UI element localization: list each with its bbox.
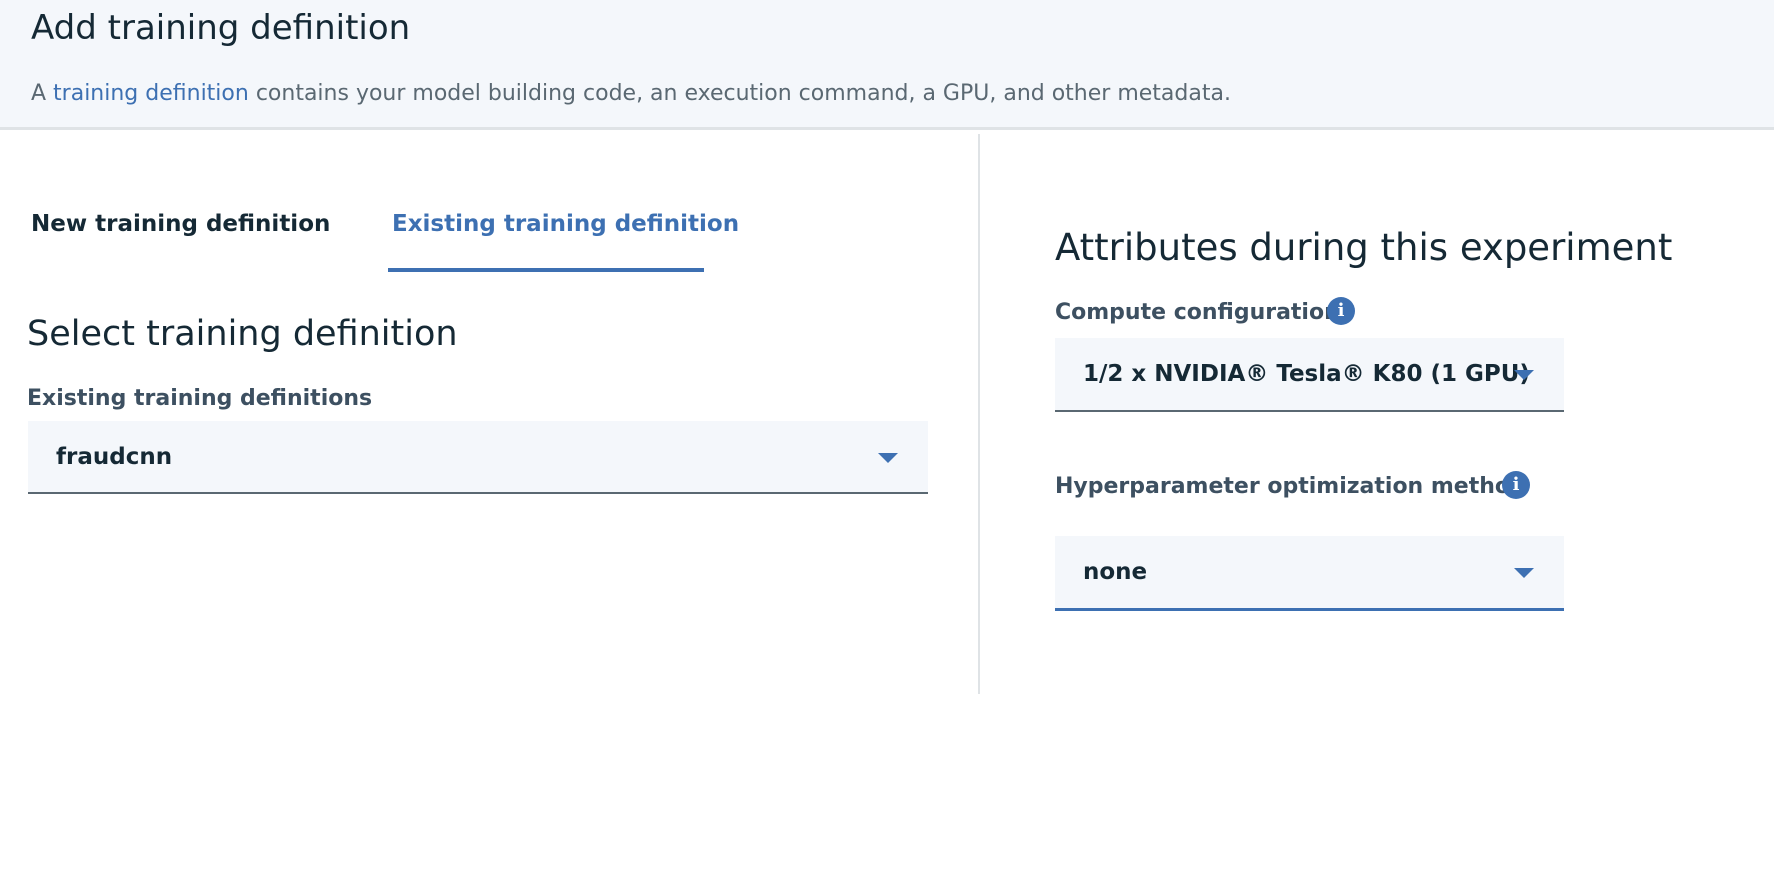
info-icon[interactable]: i bbox=[1502, 471, 1530, 499]
existing-training-definition-dropdown[interactable]: fraudcnn bbox=[28, 421, 928, 494]
description-suffix: contains your model building code, an ex… bbox=[248, 81, 1231, 106]
hyperparameter-optimization-label: Hyperparameter optimization method bbox=[1055, 474, 1526, 499]
description-prefix: A bbox=[31, 81, 54, 106]
page-description: A training definition contains your mode… bbox=[31, 81, 1231, 106]
selected-compute-configuration: 1/2 x NVIDIA® Tesla® K80 (1 GPU) bbox=[1083, 361, 1530, 387]
training-definition-link[interactable]: training definition bbox=[53, 81, 249, 106]
compute-configuration-label: Compute configuration bbox=[1055, 300, 1340, 325]
compute-configuration-dropdown[interactable]: 1/2 x NVIDIA® Tesla® K80 (1 GPU) bbox=[1055, 338, 1564, 412]
tab-existing-training-definition[interactable]: Existing training definition bbox=[392, 211, 739, 237]
chevron-down-icon bbox=[1514, 370, 1534, 380]
select-training-definition-heading: Select training definition bbox=[27, 314, 458, 354]
hyperparameter-optimization-dropdown[interactable]: none bbox=[1055, 536, 1564, 611]
info-icon[interactable]: i bbox=[1327, 297, 1355, 325]
attributes-heading: Attributes during this experiment bbox=[1055, 226, 1673, 269]
tab-new-training-definition[interactable]: New training definition bbox=[31, 211, 330, 237]
panel-divider bbox=[978, 134, 980, 694]
chevron-down-icon bbox=[878, 452, 898, 463]
page-title: Add training definition bbox=[31, 8, 411, 48]
selected-training-definition: fraudcnn bbox=[56, 443, 173, 470]
selected-hpo-method: none bbox=[1083, 559, 1148, 585]
active-tab-indicator bbox=[388, 268, 704, 272]
chevron-down-icon bbox=[1514, 568, 1534, 578]
existing-training-definitions-label: Existing training definitions bbox=[27, 386, 373, 411]
page-header: Add training definition A training defin… bbox=[0, 0, 1774, 130]
